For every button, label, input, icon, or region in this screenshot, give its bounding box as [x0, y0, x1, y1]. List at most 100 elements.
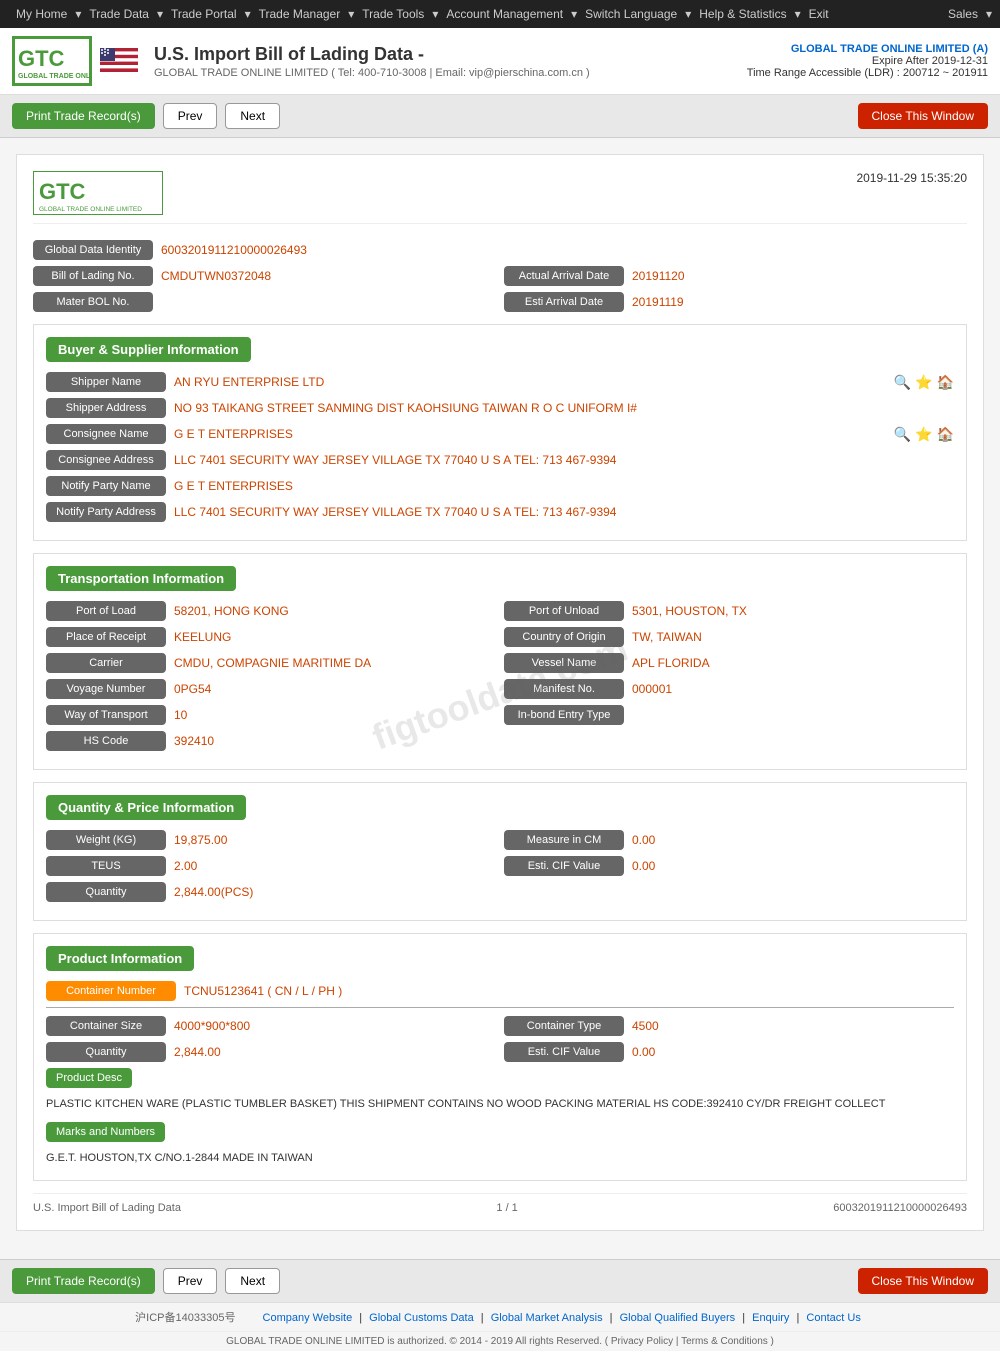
nav-trade-data[interactable]: Trade Data: [81, 7, 157, 21]
esti-arrival-value: 20191119: [632, 295, 967, 309]
marks-value: G.E.T. HOUSTON,TX C/NO.1-2844 MADE IN TA…: [46, 1148, 954, 1168]
title-area: U.S. Import Bill of Lading Data - GLOBAL…: [154, 44, 747, 79]
nav-switch-language[interactable]: Switch Language: [577, 7, 685, 21]
footer-enquiry[interactable]: Enquiry: [752, 1312, 789, 1324]
master-bol-field: Mater BOL No.: [33, 292, 496, 312]
port-row: Port of Load 58201, HONG KONG Port of Un…: [46, 601, 954, 621]
transportation-section: Transportation Information Port of Load …: [33, 553, 967, 770]
document-footer: U.S. Import Bill of Lading Data 1 / 1 60…: [33, 1193, 967, 1214]
way-of-transport-value: 10: [174, 708, 496, 722]
ldr-info: Time Range Accessible (LDR) : 200712 ~ 2…: [747, 67, 988, 79]
quantity-price-section: Quantity & Price Information Weight (KG)…: [33, 782, 967, 921]
hs-code-row: HS Code 392410: [46, 731, 954, 751]
global-data-identity-row: Global Data Identity 6003201911210000026…: [33, 240, 967, 260]
product-desc-value: PLASTIC KITCHEN WARE (PLASTIC TUMBLER BA…: [46, 1094, 954, 1114]
shipper-star-icon[interactable]: ⭐: [915, 374, 932, 391]
prod-esti-cif-value: 0.00: [632, 1045, 954, 1059]
main-content: figtooldata.com GTC GLOBAL TRADE ONLINE …: [0, 138, 1000, 1259]
actual-arrival-label: Actual Arrival Date: [504, 266, 624, 286]
way-of-transport-label: Way of Transport: [46, 705, 166, 725]
container-number-row: Container Number TCNU5123641 ( CN / L / …: [46, 981, 954, 1001]
weight-label: Weight (KG): [46, 830, 166, 850]
container-size-value: 4000*900*800: [174, 1019, 496, 1033]
close-button-bottom[interactable]: Close This Window: [858, 1268, 988, 1294]
shipper-search-icon[interactable]: 🔍: [894, 374, 911, 391]
doc-footer-left: U.S. Import Bill of Lading Data: [33, 1202, 181, 1214]
account-name: GLOBAL TRADE ONLINE LIMITED (A): [747, 43, 988, 55]
master-bol-label: Mater BOL No.: [33, 292, 153, 312]
teus-label: TEUS: [46, 856, 166, 876]
prev-button-bottom[interactable]: Prev: [163, 1268, 218, 1294]
consignee-address-value: LLC 7401 SECURITY WAY JERSEY VILLAGE TX …: [174, 453, 954, 467]
notify-party-name-label: Notify Party Name: [46, 476, 166, 496]
hs-code-value: 392410: [174, 734, 954, 748]
doc-logo: GTC GLOBAL TRADE ONLINE LIMITED: [33, 171, 163, 215]
bol-field: Bill of Lading No. CMDUTWN0372048: [33, 266, 496, 286]
nav-exit[interactable]: Exit: [801, 7, 837, 21]
close-button-top[interactable]: Close This Window: [858, 103, 988, 129]
doc-footer-page: 1 / 1: [496, 1202, 517, 1214]
shipper-address-value: NO 93 TAIKANG STREET SANMING DIST KAOHSI…: [174, 401, 954, 415]
document-header: GTC GLOBAL TRADE ONLINE LIMITED 2019-11-…: [33, 171, 967, 224]
quantity-value: 2,844.00(PCS): [174, 885, 954, 899]
nav-sales[interactable]: Sales: [940, 7, 986, 21]
shipper-address-label: Shipper Address: [46, 398, 166, 418]
prev-button-top[interactable]: Prev: [163, 103, 218, 129]
footer-global-market[interactable]: Global Market Analysis: [491, 1312, 603, 1324]
container-number-value: TCNU5123641 ( CN / L / PH ): [184, 984, 954, 998]
buyer-supplier-header: Buyer & Supplier Information: [46, 337, 251, 362]
way-of-transport-field: Way of Transport 10: [46, 705, 496, 725]
port-of-unload-label: Port of Unload: [504, 601, 624, 621]
voyage-label: Voyage Number: [46, 679, 166, 699]
next-button-top[interactable]: Next: [225, 103, 280, 129]
voyage-value: 0PG54: [174, 682, 496, 696]
footer-company-website[interactable]: Company Website: [263, 1312, 353, 1324]
nav-trade-portal[interactable]: Trade Portal: [163, 7, 245, 21]
consignee-star-icon[interactable]: ⭐: [915, 426, 932, 443]
prod-quantity-value: 2,844.00: [174, 1045, 496, 1059]
container-type-field: Container Type 4500: [504, 1016, 954, 1036]
teus-value: 2.00: [174, 859, 496, 873]
actual-arrival-field: Actual Arrival Date 20191120: [504, 266, 967, 286]
measure-value: 0.00: [632, 833, 954, 847]
shipper-name-field: AN RYU ENTERPRISE LTD 🔍 ⭐ 🏠: [174, 374, 954, 391]
container-type-label: Container Type: [504, 1016, 624, 1036]
esti-cif-field: Esti. CIF Value 0.00: [504, 856, 954, 876]
nav-help-statistics[interactable]: Help & Statistics: [691, 7, 794, 21]
expire-info: Expire After 2019-12-31: [747, 55, 988, 67]
next-button-bottom[interactable]: Next: [225, 1268, 280, 1294]
vessel-label: Vessel Name: [504, 653, 624, 673]
shipper-name-row: Shipper Name AN RYU ENTERPRISE LTD 🔍 ⭐ 🏠: [46, 372, 954, 392]
bol-label: Bill of Lading No.: [33, 266, 153, 286]
port-of-load-value: 58201, HONG KONG: [174, 604, 496, 618]
print-button-top[interactable]: Print Trade Record(s): [12, 103, 155, 129]
manifest-label: Manifest No.: [504, 679, 624, 699]
document-card: figtooldata.com GTC GLOBAL TRADE ONLINE …: [16, 154, 984, 1231]
consignee-home-icon[interactable]: 🏠: [937, 426, 954, 443]
consignee-search-icon[interactable]: 🔍: [894, 426, 911, 443]
consignee-name-row: Consignee Name G E T ENTERPRISES 🔍 ⭐ 🏠: [46, 424, 954, 444]
weight-field: Weight (KG) 19,875.00: [46, 830, 496, 850]
transportation-header: Transportation Information: [46, 566, 236, 591]
print-button-bottom[interactable]: Print Trade Record(s): [12, 1268, 155, 1294]
footer-global-customs[interactable]: Global Customs Data: [369, 1312, 474, 1324]
consignee-name-icons: 🔍 ⭐ 🏠: [894, 426, 954, 443]
footer-contact-us[interactable]: Contact Us: [806, 1312, 860, 1324]
nav-trade-tools[interactable]: Trade Tools: [354, 7, 432, 21]
global-data-identity-label: Global Data Identity: [33, 240, 153, 260]
voyage-manifest-row: Voyage Number 0PG54 Manifest No. 000001: [46, 679, 954, 699]
global-data-identity-value: 6003201911210000026493: [161, 243, 967, 257]
footer-links-bar: 沪ICP备14033305号 Company Website | Global …: [0, 1302, 1000, 1331]
teus-cif-row: TEUS 2.00 Esti. CIF Value 0.00: [46, 856, 954, 876]
port-of-load-label: Port of Load: [46, 601, 166, 621]
buyer-supplier-section: Buyer & Supplier Information Shipper Nam…: [33, 324, 967, 541]
nav-account-management[interactable]: Account Management: [438, 7, 571, 21]
svg-text:GLOBAL TRADE ONLINE LIMITED: GLOBAL TRADE ONLINE LIMITED: [18, 73, 90, 80]
page-header: GTC GLOBAL TRADE ONLINE LIMITED: [0, 28, 1000, 95]
nav-my-home[interactable]: My Home: [8, 7, 75, 21]
place-of-receipt-value: KEELUNG: [174, 630, 496, 644]
footer-global-qualified[interactable]: Global Qualified Buyers: [620, 1312, 736, 1324]
nav-trade-manager[interactable]: Trade Manager: [251, 7, 349, 21]
shipper-home-icon[interactable]: 🏠: [937, 374, 954, 391]
actual-arrival-value: 20191120: [632, 269, 967, 283]
